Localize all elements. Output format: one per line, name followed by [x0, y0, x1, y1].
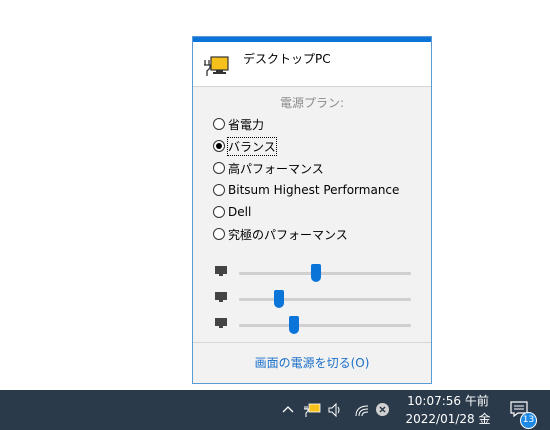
plan-label: Bitsum Highest Performance: [228, 183, 400, 197]
radio-button[interactable]: [213, 206, 225, 218]
plan-label: Dell: [228, 205, 252, 219]
device-name: デスクトップPC: [243, 52, 331, 66]
radio-button[interactable]: [213, 228, 225, 240]
brightness-slider-track[interactable]: [239, 290, 411, 308]
plan-label: バランス: [227, 136, 277, 156]
brightness-slider-thumb[interactable]: [311, 264, 321, 282]
plan-option-power-saver[interactable]: 省電力: [213, 115, 264, 133]
brightness-slider-track[interactable]: [239, 316, 411, 334]
clock-date: 2022/01/28 金: [405, 412, 491, 426]
flyout-header: デスクトップPC: [193, 42, 431, 86]
brightness-slider-thumb[interactable]: [274, 290, 284, 308]
monitor-icon: [215, 266, 227, 276]
taskbar-clock[interactable]: 10:07:56 午前 2022/01/28 金: [403, 392, 493, 428]
brightness-sliders: [193, 254, 431, 343]
plan-option-ultimate[interactable]: 究極のパフォーマンス: [213, 225, 348, 243]
brightness-slider-row: [193, 262, 431, 282]
power-plug-icon[interactable]: [303, 402, 321, 418]
plans-heading: 電源プラン:: [279, 96, 345, 110]
plan-option-bitsum[interactable]: Bitsum Highest Performance: [213, 181, 399, 199]
plan-option-dell[interactable]: Dell: [213, 203, 251, 221]
plan-option-balanced[interactable]: バランス: [213, 136, 277, 156]
plan-label: 究極のパフォーマンス: [228, 227, 348, 242]
power-plans-section: 電源プラン: 省電力 バランス 高パフォーマンス Bitsum Highest …: [193, 86, 431, 255]
chevron-up-icon[interactable]: [282, 405, 294, 413]
brightness-slider-track[interactable]: [239, 264, 411, 282]
power-plan-flyout: デスクトップPC 電源プラン: 省電力 バランス 高パフォーマンス Bitsum…: [192, 36, 432, 384]
desktop-power-icon: [204, 56, 229, 76]
taskbar: 10:07:56 午前 2022/01/28 金 13: [0, 390, 550, 430]
radio-button[interactable]: [213, 118, 225, 130]
plan-option-high-performance[interactable]: 高パフォーマンス: [213, 159, 324, 177]
speaker-icon[interactable]: [327, 402, 343, 418]
radio-button[interactable]: [213, 184, 225, 196]
plan-label: 省電力: [228, 117, 265, 132]
clock-time: 10:07:56 午前: [407, 394, 489, 408]
notification-count-badge: 13: [520, 412, 537, 429]
close-circle-icon[interactable]: [375, 402, 390, 417]
radio-button-checked[interactable]: [213, 140, 225, 152]
flyout-footer: 画面の電源を切る(O): [193, 343, 431, 383]
turn-off-display-link[interactable]: 画面の電源を切る(O): [255, 356, 370, 370]
brightness-slider-thumb[interactable]: [289, 316, 299, 334]
brightness-slider-row: [193, 288, 431, 308]
monitor-icon: [215, 292, 227, 302]
brightness-slider-row: [193, 314, 431, 334]
monitor-icon: [215, 318, 227, 328]
wifi-icon[interactable]: [354, 402, 370, 418]
plan-label: 高パフォーマンス: [228, 161, 324, 176]
radio-button[interactable]: [213, 162, 225, 174]
